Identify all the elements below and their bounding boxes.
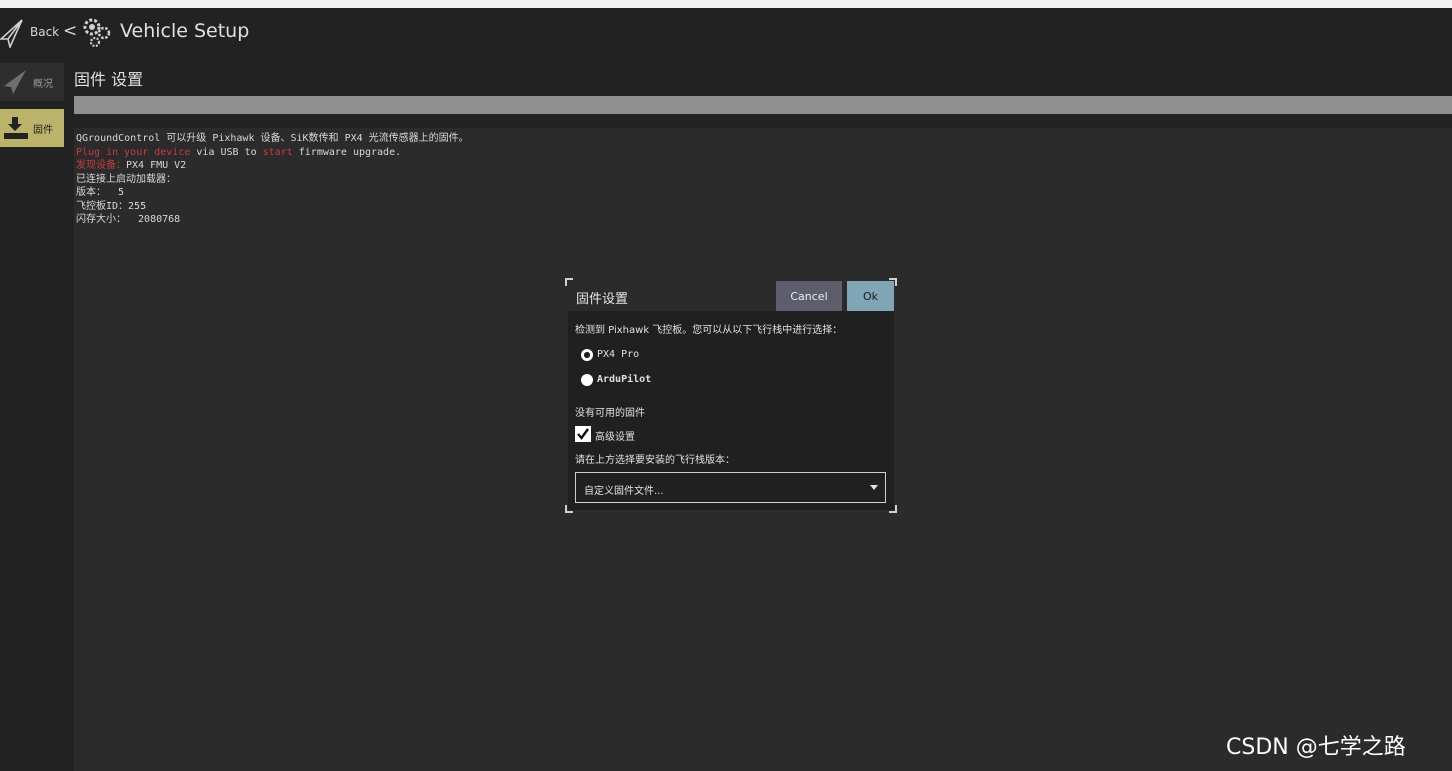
log-found-label: 发现设备：	[76, 160, 126, 171]
download-icon	[2, 114, 30, 146]
sidebar-item-label: 概况	[33, 79, 53, 90]
log-line: 闪存大小： 2080768	[76, 214, 181, 225]
no-firmware-text: 没有可用的固件	[575, 408, 645, 419]
radio-ardupilot[interactable]	[581, 374, 593, 386]
page-title: 固件 设置	[74, 70, 144, 89]
select-prompt: 请在上方选择要安装的飞行栈版本：	[575, 455, 735, 466]
firmware-header: 固件 设置	[74, 56, 1452, 128]
sidebar-item-label: 固件	[33, 125, 53, 136]
log-start-text: start	[262, 146, 293, 158]
advanced-checkbox[interactable]	[575, 426, 591, 442]
chevron-down-icon	[870, 485, 878, 490]
sidebar-item-firmware[interactable]: 固件	[0, 109, 64, 147]
log-found-value: PX4 FMU V2	[126, 160, 187, 171]
progress-bar	[74, 96, 1452, 114]
watermark: CSDN @七学之路	[1226, 735, 1406, 760]
firmware-version-select[interactable]: 自定义固件文件...	[575, 472, 886, 503]
dialog-header: 固件设置 Cancel Ok	[568, 281, 894, 311]
log-line: 版本： 5	[76, 187, 125, 198]
breadcrumb-separator: <	[63, 21, 78, 41]
log-via-text: via USB to	[190, 146, 263, 158]
dialog-corner	[565, 505, 573, 513]
radio-label[interactable]: PX4 Pro	[597, 349, 639, 360]
checkmark-icon	[577, 428, 589, 440]
log-line: 已连接上启动加载器：	[76, 173, 176, 185]
radio-label[interactable]: ArduPilot	[597, 374, 651, 385]
paper-plane-icon[interactable]	[0, 18, 24, 52]
firmware-log: QGroundControl 可以升级 Pixhawk 设备、SiK数传和 PX…	[76, 132, 469, 227]
sidebar-item-summary[interactable]: 概况	[0, 63, 64, 101]
radio-px4-pro[interactable]	[581, 349, 593, 361]
advanced-label[interactable]: 高级设置	[595, 428, 635, 443]
log-rest-text: firmware upgrade.	[292, 146, 402, 158]
log-plug-text: Plug in your device	[76, 146, 191, 158]
paper-plane-icon	[2, 68, 28, 100]
ok-button[interactable]: Ok	[847, 281, 894, 311]
window-titlebar	[0, 0, 1452, 8]
sidebar: 概况 固件	[0, 56, 66, 771]
top-toolbar: Back < Vehicle Setup	[0, 8, 1452, 56]
select-value: 自定义固件文件...	[584, 486, 664, 497]
log-line: 飞控板ID：255	[76, 200, 147, 212]
firmware-setup-dialog: 固件设置 Cancel Ok 检测到 Pixhawk 飞控板。您可以从以下飞行栈…	[565, 278, 897, 513]
back-button[interactable]: Back	[30, 25, 59, 39]
dialog-corner	[889, 505, 897, 513]
detected-text: 检测到 Pixhawk 飞控板。您可以从以下飞行栈中进行选择：	[575, 325, 843, 336]
page-header-title: Vehicle Setup	[120, 20, 250, 42]
cancel-button[interactable]: Cancel	[776, 281, 842, 311]
log-line: QGroundControl 可以升级 Pixhawk 设备、SiK数传和 PX…	[76, 133, 469, 144]
dialog-title: 固件设置	[576, 292, 629, 307]
gears-icon	[80, 15, 114, 53]
